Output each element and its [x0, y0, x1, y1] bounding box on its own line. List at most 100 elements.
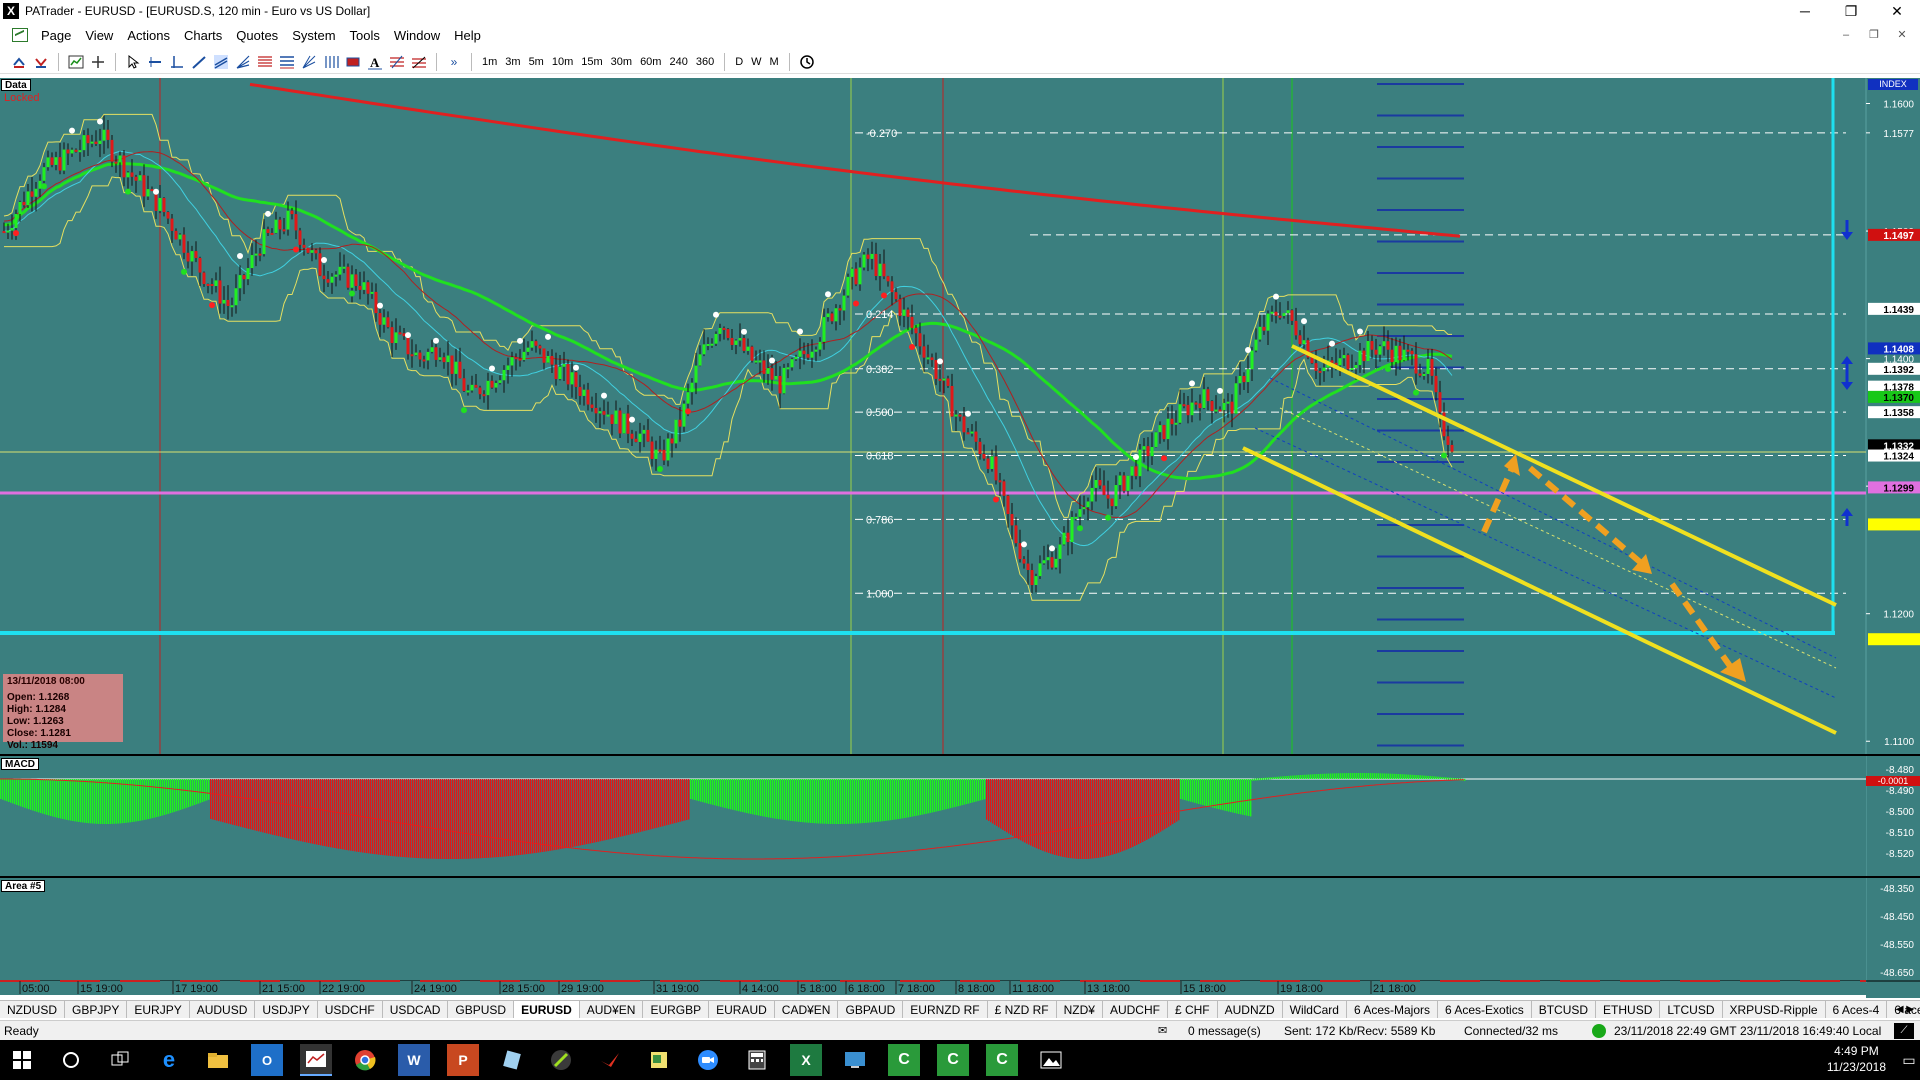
symbol-tab[interactable]: LTCUSD	[1660, 1001, 1723, 1018]
word-icon[interactable]: W	[398, 1044, 430, 1076]
timeframe-5m-button[interactable]: 5m	[525, 52, 548, 72]
child-restore-button[interactable]: ❐	[1860, 26, 1888, 44]
patrader-icon[interactable]	[300, 1044, 332, 1076]
symbol-tab[interactable]: AUDUSD	[190, 1001, 256, 1018]
price-axis[interactable]	[1866, 78, 1920, 998]
camtasia-icon[interactable]: C	[888, 1044, 920, 1076]
chart-window[interactable]: -0.270 0.214 0.382 0.500 0.618 0.786 1.000 1.1…	[0, 78, 1920, 998]
menu-window[interactable]: Window	[387, 28, 447, 43]
symbol-tab[interactable]: AUDNZD	[1218, 1001, 1283, 1018]
sell-icon[interactable]	[30, 52, 52, 72]
clock-icon[interactable]	[796, 52, 818, 72]
symbol-tab[interactable]: EURAUD	[709, 1001, 775, 1018]
file-explorer-icon[interactable]	[202, 1044, 234, 1076]
symbol-tab[interactable]: USDCHF	[318, 1001, 383, 1018]
sticky-notes-icon[interactable]	[643, 1044, 675, 1076]
task-view-icon[interactable]	[104, 1044, 136, 1076]
symbol-tab[interactable]: £ CHF	[1168, 1001, 1218, 1018]
child-minimize-button[interactable]: –	[1832, 26, 1860, 44]
symbol-tab[interactable]: £ NZD RF	[988, 1001, 1057, 1018]
fibonacci-extension-icon[interactable]	[276, 52, 298, 72]
resize-grip-icon[interactable]: ⟋	[1894, 1023, 1914, 1039]
fibonacci-fan-icon[interactable]	[232, 52, 254, 72]
symbol-tab[interactable]: EURJPY	[127, 1001, 190, 1018]
symbol-tab[interactable]: USDCAD	[383, 1001, 449, 1018]
timeframe-60m-button[interactable]: 60m	[636, 52, 665, 72]
symbol-tab[interactable]: AUD¥EN	[580, 1001, 644, 1018]
ninjatrader-icon[interactable]	[545, 1044, 577, 1076]
symbol-tab[interactable]: 6 Aces-Majors	[1347, 1001, 1438, 1018]
symbol-tab[interactable]: NZDUSD	[0, 1001, 65, 1018]
timeframe-240-button[interactable]: 240	[665, 52, 691, 72]
edge-browser-icon[interactable]: e	[153, 1044, 185, 1076]
camtasia-recorder-icon[interactable]: C	[937, 1044, 969, 1076]
taskbar-clock[interactable]: 4:49 PM 11/23/2018	[1827, 1043, 1886, 1075]
symbol-tab[interactable]: GBPAUD	[838, 1001, 904, 1018]
timeframe-30m-button[interactable]: 30m	[607, 52, 636, 72]
price-panel[interactable]	[0, 78, 1866, 754]
minimize-button[interactable]: ─	[1782, 0, 1828, 22]
powerpoint-icon[interactable]: P	[447, 1044, 479, 1076]
symbol-tab[interactable]: EURNZD RF	[903, 1001, 988, 1018]
gann-fan-icon[interactable]	[298, 52, 320, 72]
timeframe-10m-button[interactable]: 10m	[548, 52, 577, 72]
channel-icon[interactable]	[210, 52, 232, 72]
period-daily-button[interactable]: D	[731, 52, 747, 72]
symbol-tab[interactable]: WildCard	[1283, 1001, 1347, 1018]
pitchfork-icon[interactable]	[408, 52, 430, 72]
zoom-icon[interactable]	[692, 1044, 724, 1076]
menu-view[interactable]: View	[78, 28, 120, 43]
macd-panel[interactable]	[0, 756, 1866, 876]
cycle-lines-icon[interactable]	[320, 52, 342, 72]
buy-icon[interactable]	[8, 52, 30, 72]
menu-charts[interactable]: Charts	[177, 28, 229, 43]
camtasia-editor-icon[interactable]: C	[986, 1044, 1018, 1076]
fib-levels-icon[interactable]	[386, 52, 408, 72]
symbol-tab[interactable]: GBPUSD	[448, 1001, 515, 1018]
menu-tools[interactable]: Tools	[343, 28, 387, 43]
brush-app-icon[interactable]	[594, 1044, 626, 1076]
horizontal-line-icon[interactable]	[144, 52, 166, 72]
child-close-button[interactable]: ✕	[1888, 26, 1916, 44]
chart-document-icon[interactable]	[12, 28, 28, 42]
menu-help[interactable]: Help	[447, 28, 488, 43]
timeframe-1m-button[interactable]: 1m	[478, 52, 501, 72]
menu-system[interactable]: System	[285, 28, 342, 43]
timeframe-15m-button[interactable]: 15m	[577, 52, 606, 72]
area5-panel[interactable]	[0, 878, 1866, 980]
status-messages[interactable]: 0 message(s)	[1188, 1021, 1261, 1041]
excel-icon[interactable]: X	[790, 1044, 822, 1076]
trendline-icon[interactable]	[188, 52, 210, 72]
rectangle-icon[interactable]	[342, 52, 364, 72]
fibonacci-retracement-icon[interactable]	[254, 52, 276, 72]
chart-canvas[interactable]: -0.270 0.214 0.382 0.500 0.618 0.786 1.000 1.1…	[0, 78, 1920, 998]
symbol-tab[interactable]: EURGBP	[643, 1001, 710, 1018]
search-icon[interactable]	[55, 1044, 87, 1076]
period-weekly-button[interactable]: W	[747, 52, 765, 72]
remote-desktop-icon[interactable]	[839, 1044, 871, 1076]
symbol-tab[interactable]: ETHUSD	[1596, 1001, 1661, 1018]
notepad-icon[interactable]	[496, 1044, 528, 1076]
toolbar-overflow-icon[interactable]: »	[443, 52, 465, 72]
symbol-tab[interactable]: EURUSD	[514, 1001, 580, 1018]
symbol-tab[interactable]: 6 Aces-Exotics	[1438, 1001, 1532, 1018]
close-button[interactable]: ✕	[1874, 0, 1920, 22]
windows-start-icon[interactable]	[6, 1044, 38, 1076]
chrome-icon[interactable]	[349, 1044, 381, 1076]
mail-icon[interactable]: ✉	[1158, 1021, 1167, 1041]
symbol-tab[interactable]: AUDCHF	[1103, 1001, 1168, 1018]
maximize-button[interactable]: ❐	[1828, 0, 1874, 22]
symbol-tab[interactable]: USDJPY	[255, 1001, 318, 1018]
menu-quotes[interactable]: Quotes	[229, 28, 285, 43]
cursor-icon[interactable]	[122, 52, 144, 72]
menu-page[interactable]: Page	[34, 28, 78, 43]
new-chart-icon[interactable]	[65, 52, 87, 72]
outlook-icon[interactable]: O	[251, 1044, 283, 1076]
symbol-tab[interactable]: CAD¥EN	[775, 1001, 839, 1018]
menu-actions[interactable]: Actions	[120, 28, 177, 43]
symbol-tab[interactable]: NZD¥	[1057, 1001, 1103, 1018]
timeframe-360-button[interactable]: 360	[692, 52, 718, 72]
tab-scroll-arrows[interactable]: ◀ ▶	[1896, 1001, 1914, 1018]
vertical-line-icon[interactable]	[166, 52, 188, 72]
crosshair-icon[interactable]	[87, 52, 109, 72]
